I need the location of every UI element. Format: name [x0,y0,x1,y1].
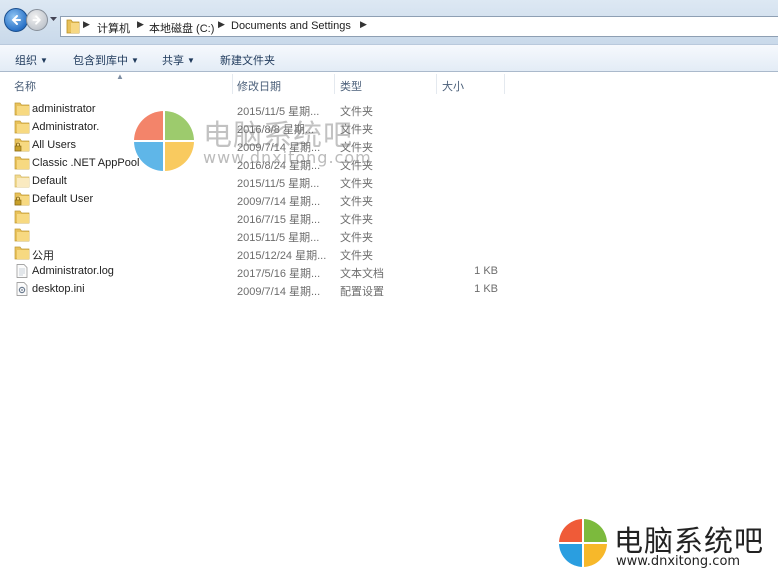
breadcrumb-local-disk[interactable]: 本地磁盘 (C:) [149,20,214,36]
folder-icon [66,19,80,34]
folder-icon [14,228,30,242]
new-folder-button[interactable]: 新建文件夹 [220,52,275,68]
breadcrumb-documents-and-settings[interactable]: Documents and Settings [231,20,351,32]
breadcrumb-separator-icon[interactable]: ▶ [218,19,225,30]
column-header-size[interactable]: 大小 [442,78,464,94]
breadcrumb-separator-icon[interactable]: ▶ [137,19,144,30]
list-item[interactable]: Administrator.log 2017/5/16 星期... 文本文档 1… [0,262,520,280]
file-name: Default User [32,193,94,205]
file-date: 2009/7/14 星期... [237,286,321,298]
file-name: All Users [32,139,77,151]
breadcrumb-separator-icon[interactable]: ▶ [360,19,367,30]
watermark-brand: 电脑系统吧 www.dnxitong.com [558,518,778,569]
column-divider[interactable] [436,74,437,94]
list-item[interactable]: Default User 2009/7/14 星期... 文件夹 [0,190,520,208]
column-divider[interactable] [334,74,335,94]
file-name: Classic .NET AppPool [32,157,140,169]
file-size: 1 KB [474,283,498,295]
file-type: 文件夹 [340,178,373,190]
redacted-name [30,226,100,244]
chevron-down-icon: ▼ [40,56,48,65]
file-size: 1 KB [474,265,498,277]
file-date: 2015/11/5 星期... [237,178,320,190]
include-in-library-button[interactable]: 包含到库中 ▼ [73,52,139,68]
share-label: 共享 [162,55,184,67]
list-item[interactable]: 公用 2015/12/24 星期... 文件夹 [0,244,520,262]
arrow-right-icon [32,15,42,25]
address-area: ▶ 计算机 ▶ 本地磁盘 (C:) ▶ Documents and Settin… [0,0,778,44]
watermark-url: www.dnxitong.com [203,148,372,167]
column-header-row: ▲ 名称 修改日期 类型 大小 [0,72,778,94]
file-type: 文件夹 [340,250,373,262]
folder-icon [14,174,30,188]
folder-lock-icon [14,192,30,206]
text-file-icon [16,264,28,278]
recent-pages-chevron-icon[interactable] [49,14,58,24]
file-date: 2015/11/5 星期... [237,232,320,244]
folder-icon [14,246,30,260]
file-name: desktop.ini [32,283,85,295]
file-date: 2009/7/14 星期... [237,196,321,208]
address-bar[interactable]: ▶ 计算机 ▶ 本地磁盘 (C:) ▶ Documents and Settin… [60,16,778,37]
windows-logo-icon [134,111,194,171]
breadcrumb-separator-icon[interactable]: ▶ [83,19,90,30]
organize-menu-button[interactable]: 组织 ▼ [15,52,48,68]
redacted-name [30,208,100,226]
include-in-library-label: 包含到库中 [73,55,128,67]
folder-icon [14,120,30,134]
organize-label: 组织 [15,55,37,67]
file-type: 文件夹 [340,196,373,208]
file-date: 2016/7/15 星期... [237,214,321,226]
arrow-left-icon [11,15,21,25]
breadcrumb-computer[interactable]: 计算机 [97,20,130,36]
chevron-down-icon: ▼ [131,56,139,65]
settings-file-icon [16,282,28,296]
chevron-down-icon: ▼ [187,56,195,65]
watermark-overlay: 电脑系统吧 www.dnxitong.com [133,110,393,176]
sort-ascending-icon: ▲ [116,72,124,81]
file-name: administrator [32,103,96,115]
command-bar: 组织 ▼ 包含到库中 ▼ 共享 ▼ 新建文件夹 [0,44,778,72]
share-button[interactable]: 共享 ▼ [162,52,195,68]
forward-button[interactable] [26,9,48,31]
column-header-type[interactable]: 类型 [340,78,362,94]
folder-lock-icon [14,138,30,152]
folder-icon [14,210,30,224]
file-date: 2015/12/24 星期... [237,250,327,262]
windows-logo-icon [559,519,607,567]
file-type: 配置设置 [340,286,384,298]
back-button[interactable] [4,8,28,32]
list-item[interactable]: 2015/11/5 星期... 文件夹 [0,226,520,244]
file-name: Administrator.log [32,265,114,277]
column-divider[interactable] [504,74,505,94]
file-type: 文本文档 [340,268,384,280]
file-name: Administrator. [32,121,100,133]
watermark-brand-url: www.dnxitong.com [616,554,741,569]
folder-icon [14,156,30,170]
file-date: 2017/5/16 星期... [237,268,321,280]
column-header-name[interactable]: 名称 [14,78,36,94]
column-header-modified[interactable]: 修改日期 [237,78,281,94]
column-divider[interactable] [232,74,233,94]
file-name: Default [32,175,67,187]
file-type: 文件夹 [340,232,373,244]
file-name: 公用 [32,250,54,262]
list-item[interactable]: 2016/7/15 星期... 文件夹 [0,208,520,226]
list-item[interactable]: desktop.ini 2009/7/14 星期... 配置设置 1 KB [0,280,520,298]
file-type: 文件夹 [340,214,373,226]
folder-icon [14,102,30,116]
